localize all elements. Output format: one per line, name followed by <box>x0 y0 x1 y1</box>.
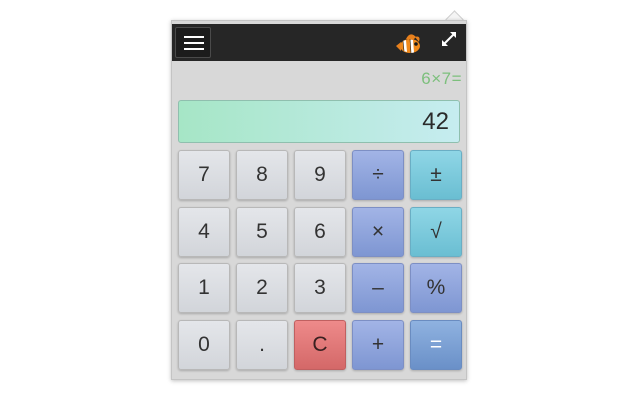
hamburger-menu-icon <box>184 36 204 38</box>
add-key[interactable]: + <box>352 319 404 370</box>
hamburger-menu-icon <box>184 42 204 44</box>
percent-key[interactable]: % <box>410 263 462 313</box>
square-root-key[interactable]: √ <box>410 206 462 257</box>
digit-2-key[interactable]: 2 <box>236 263 288 313</box>
menu-button[interactable] <box>175 27 211 58</box>
digit-9-key[interactable]: 9 <box>294 150 346 200</box>
digit-3-key[interactable]: 3 <box>294 263 346 313</box>
digit-4-key[interactable]: 4 <box>178 206 230 257</box>
digit-6-key[interactable]: 6 <box>294 206 346 257</box>
toolbar <box>172 24 466 61</box>
subtract-key[interactable]: – <box>352 263 404 313</box>
equals-key[interactable]: = <box>410 319 462 370</box>
digit-0-key[interactable]: 0 <box>178 319 230 370</box>
plus-minus-key[interactable]: ± <box>410 150 462 200</box>
hamburger-menu-icon <box>184 48 204 50</box>
clear-key[interactable]: C <box>294 319 346 370</box>
decimal-key[interactable]: . <box>236 319 288 370</box>
expand-arrows-icon[interactable] <box>438 28 460 50</box>
digit-8-key[interactable]: 8 <box>236 150 288 200</box>
expression-text: 6×7= <box>421 69 462 88</box>
calculator-popup: 6×7= 42 7 8 9 ÷ ±4 5 6 × √ 1 2 3–% 0. C + = <box>171 20 467 380</box>
clownfish-icon[interactable] <box>394 29 424 57</box>
keypad: 7 8 9 ÷ ±4 5 6 × √ 1 2 3–% 0. C + = <box>178 150 464 374</box>
divide-key[interactable]: ÷ <box>352 150 404 200</box>
digit-1-key[interactable]: 1 <box>178 263 230 313</box>
digit-5-key[interactable]: 5 <box>236 206 288 257</box>
multiply-key[interactable]: × <box>352 206 404 257</box>
digit-7-key[interactable]: 7 <box>178 150 230 200</box>
result-display: 42 <box>178 100 460 143</box>
